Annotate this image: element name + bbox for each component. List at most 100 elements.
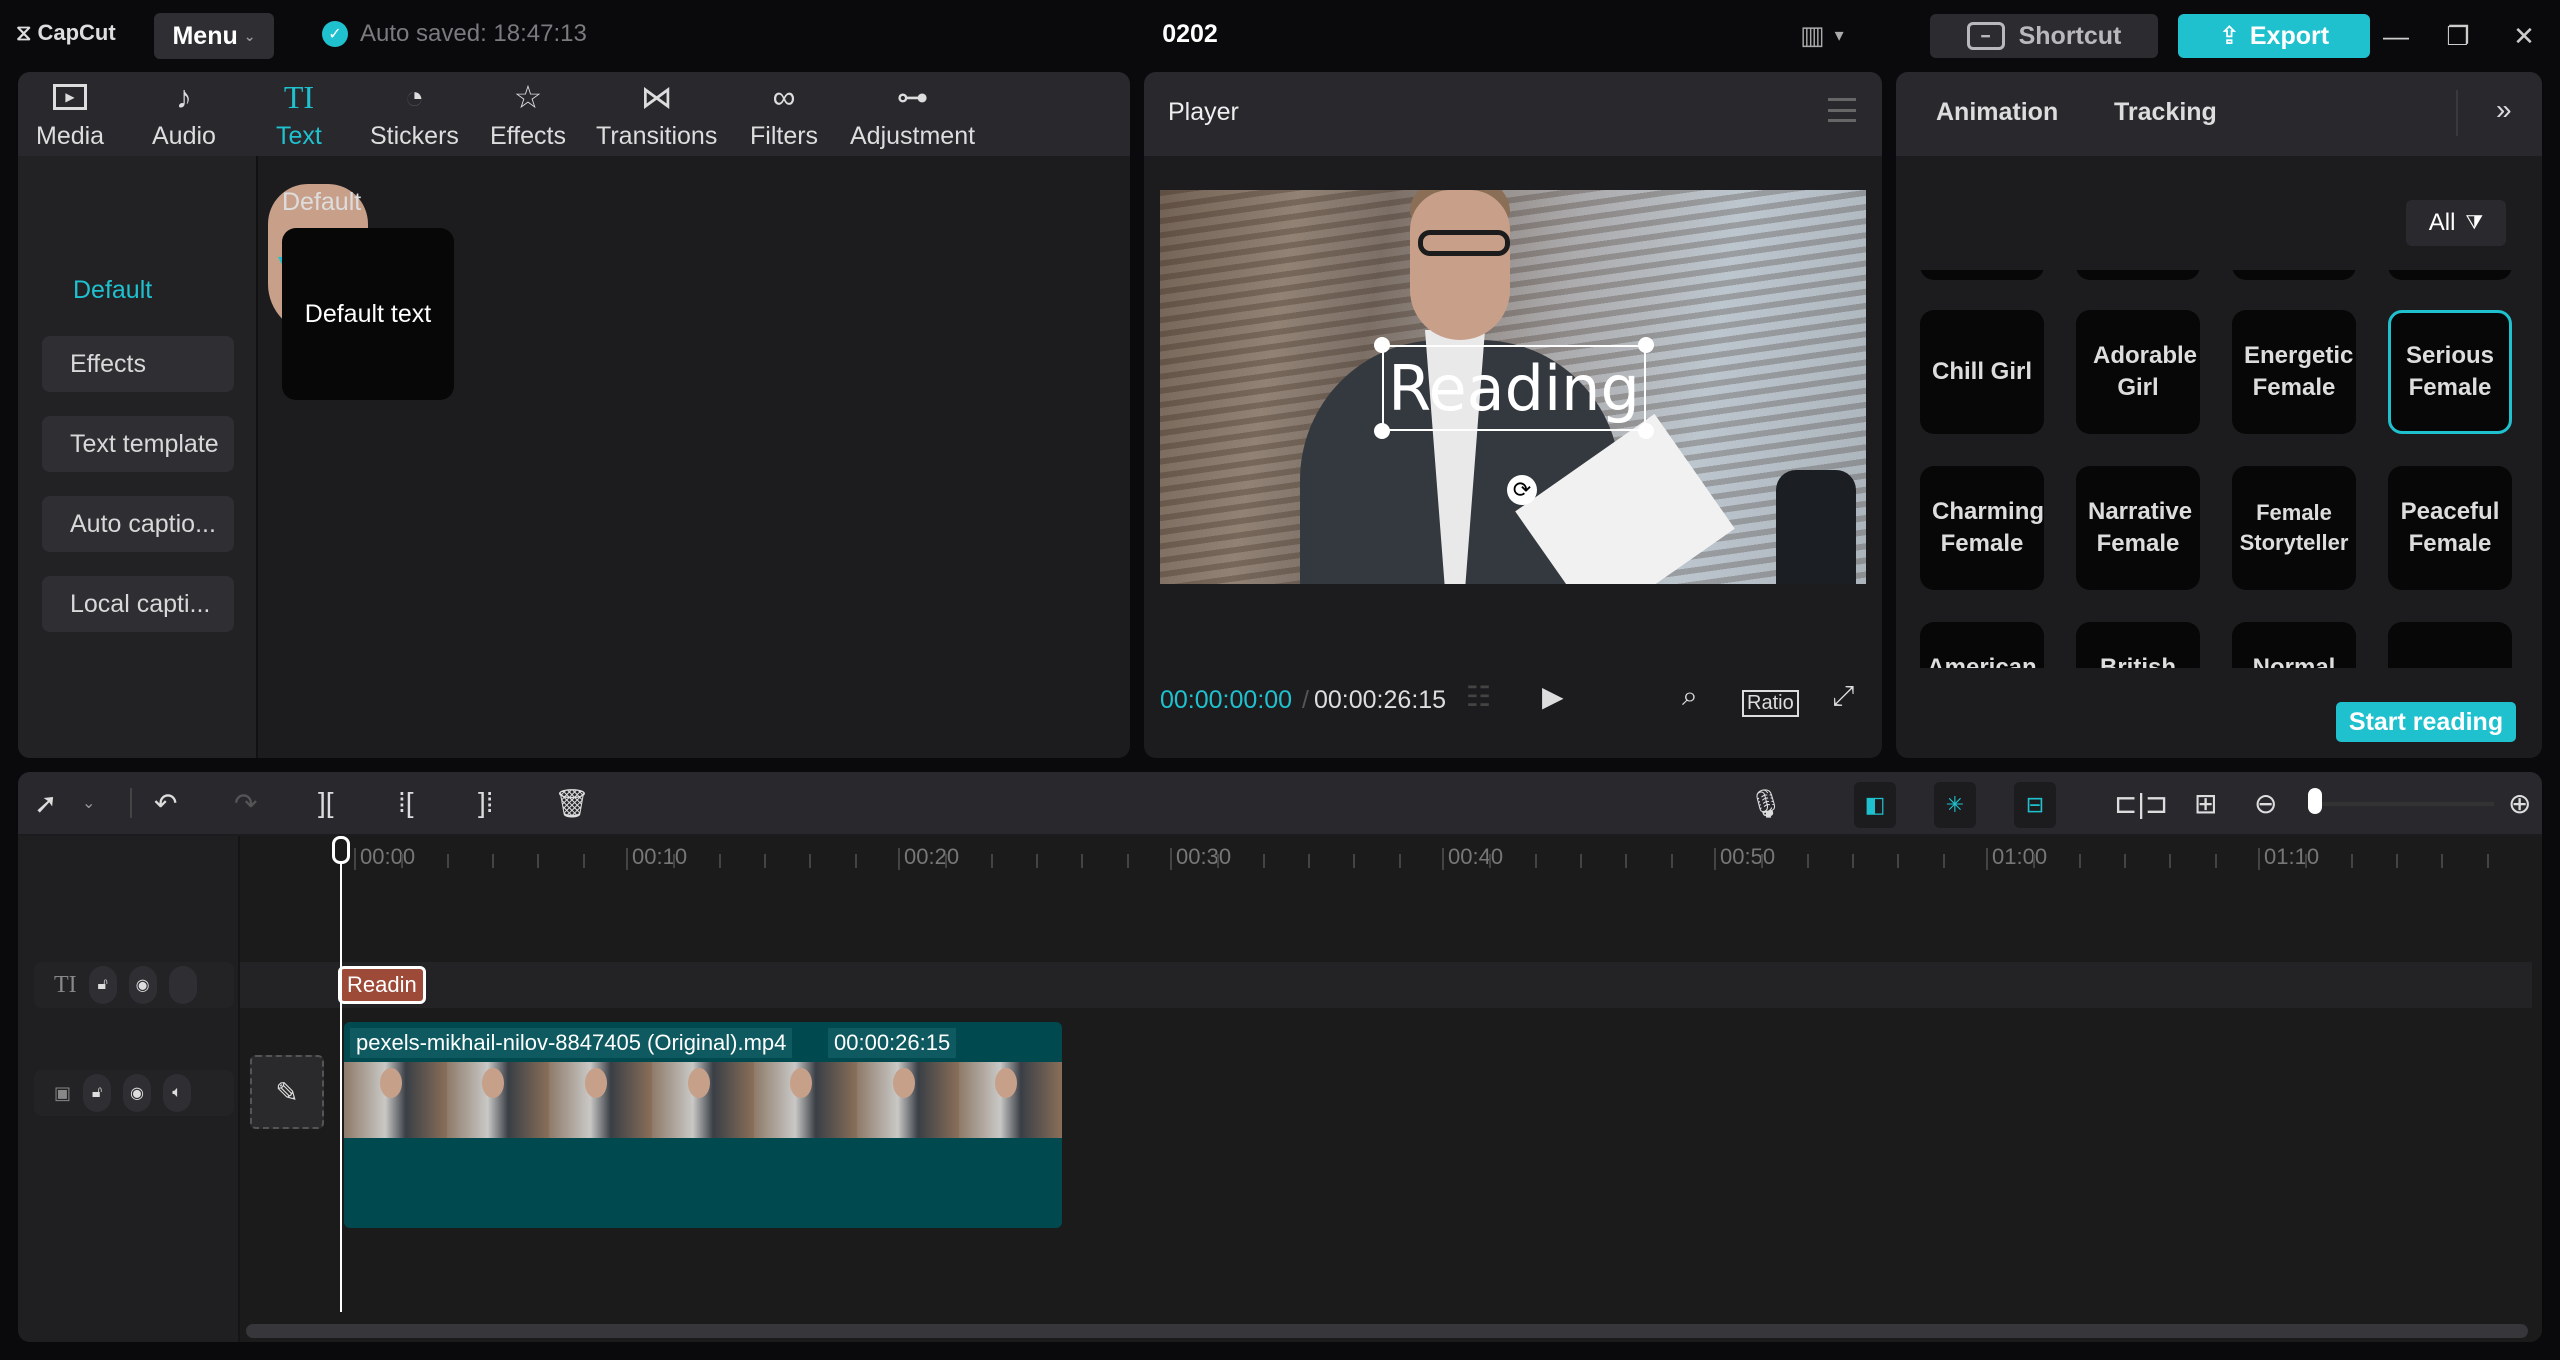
voice-card[interactable]: Trickster [2388,622,2512,668]
voice-card[interactable]: Adorable Girl [2076,310,2200,434]
shortcut-button[interactable]: ━ Shortcut [1930,14,2158,58]
properties-header: Animation Tracking » [1896,72,2542,156]
tab-effects[interactable]: ☆ Effects [490,78,566,151]
rotate-icon[interactable]: ⟳ [1507,475,1537,505]
cover-button[interactable]: ✎ [250,1055,324,1129]
start-reading-button[interactable]: Start reading [2336,702,2516,742]
tab-media[interactable]: ▶ Media [36,78,104,151]
nav-auto-captions[interactable]: Auto captio... [42,496,234,552]
split-button[interactable]: ][ [318,784,334,822]
split-left-icon: ⁞[ [398,787,414,818]
zoom-out-button[interactable]: ⊖ [2254,784,2277,822]
voice-card[interactable]: British [2076,622,2200,668]
record-button[interactable]: 🎙︎ [1748,784,1784,822]
voice-card[interactable] [2232,270,2356,280]
tab-audio[interactable]: ♪ Audio [152,78,216,151]
tab-stickers[interactable]: ◔ Stickers [370,78,459,151]
fullscreen-icon: ⤢ [1832,680,1855,711]
eye-icon[interactable]: ◉ [128,966,157,1004]
auto-snap-button[interactable]: ✳ [1934,782,1976,828]
ratio-button[interactable]: Ratio [1742,690,1799,717]
tab-text[interactable]: TI Text [276,78,322,151]
voice-card[interactable]: Female Storyteller [2232,466,2356,590]
zoom-slider-handle[interactable] [2308,788,2322,814]
zoom-to-fit-button[interactable]: ⊞ [2194,784,2217,822]
voice-card[interactable]: Energetic Female [2232,310,2356,434]
playhead[interactable] [340,836,342,1312]
menu-button[interactable]: Menu ⌄ [154,13,274,59]
voice-card[interactable]: Chill Girl [1920,310,2044,434]
nav-effects[interactable]: Effects [42,336,234,392]
voice-card[interactable]: Peaceful Female [2388,466,2512,590]
minimize-button[interactable]: — [2376,18,2416,54]
overlay-text[interactable]: Reading [1384,347,1644,429]
fullscreen-button[interactable]: ⤢ [1832,680,1854,713]
resize-handle[interactable] [1374,337,1390,353]
text-selection-box[interactable]: Reading [1382,345,1646,431]
resize-handle[interactable] [1374,423,1390,439]
select-tool-button[interactable]: ➚ [34,784,57,822]
layout-button[interactable]: ▥ ▾ [1800,20,1844,51]
video-clip[interactable]: pexels-mikhail-nilov-8847405 (Original).… [344,1022,1063,1228]
resize-handle[interactable] [1638,423,1654,439]
tab-filters[interactable]: ∞ Filters [750,78,818,151]
link-button[interactable]: ⊟ [2014,782,2056,828]
tab-adjustment[interactable]: ⊶ Adjustment [850,78,975,151]
restore-button[interactable]: ❐ [2438,18,2478,54]
divider [2456,90,2458,136]
play-button[interactable]: ▶ [1542,680,1564,713]
voice-card-selected[interactable]: Serious Female [2388,310,2512,434]
voice-card[interactable]: Charming Female [1920,466,2044,590]
filter-button[interactable]: All ⧩ [2406,200,2506,246]
zoom-slider-track[interactable] [2314,802,2494,806]
expand-icon[interactable]: » [2496,94,2512,126]
default-text-card[interactable]: Default text [282,228,454,400]
player-panel: Player Reading ⟳ 00:00:00:00 / 00:00:26:… [1144,72,1882,758]
lock-icon[interactable]: 🔓︎ [83,1074,112,1112]
voice-card[interactable] [2388,270,2512,280]
nav-local-captions[interactable]: Local capti... [42,576,234,632]
text-clip[interactable]: Readin [338,966,426,1004]
resize-handle[interactable] [1638,337,1654,353]
ruler-major-tick [1170,848,1172,870]
voice-card[interactable]: Normal [2232,622,2356,668]
close-icon: ✕ [2513,20,2535,51]
redo-button[interactable]: ↷ [234,784,257,822]
preview-axis-button[interactable]: ⊏|⊐ [2114,784,2168,822]
export-button[interactable]: ⇪ Export [2178,14,2370,58]
lock-icon[interactable]: 🔓︎ [88,966,117,1004]
undo-button[interactable]: ↶ [154,784,177,822]
horizontal-scrollbar[interactable] [246,1324,2528,1338]
ruler-minor-tick [1761,854,1764,868]
menu-icon[interactable] [1828,98,1856,122]
nav-text-template[interactable]: Text template [42,416,234,472]
nav-default[interactable]: Default [73,276,152,305]
tab-animation[interactable]: Animation [1936,98,2058,127]
text-track-icon: TI [54,971,77,998]
voice-card[interactable]: Narrative Female [2076,466,2200,590]
voice-card[interactable]: American [1920,622,2044,668]
voice-card[interactable] [2076,270,2200,280]
ruler-minor-tick [1806,854,1809,868]
audio-icon[interactable]: 🔈︎ [163,1074,192,1112]
tab-tracking[interactable]: Tracking [2114,98,2217,127]
video-preview[interactable]: Reading ⟳ [1160,190,1866,584]
project-title[interactable]: 0202 [1140,20,1240,49]
zoom-in-button[interactable]: ⊕ [2508,784,2531,822]
autosave-text: Auto saved: 18:47:13 [360,20,587,47]
chevron-down-icon[interactable]: ⌄ [82,784,95,822]
voice-card[interactable] [1920,270,2044,280]
split-right-button[interactable]: ]⁞ [478,784,494,822]
zoom-fit-button[interactable]: ⌕ [1682,680,1698,713]
ruler-minor-tick [2396,854,2398,868]
waveform-icon[interactable]: ☷ [1466,680,1491,713]
split-left-button[interactable]: ⁞[ [398,784,414,822]
close-button[interactable]: ✕ [2504,18,2544,54]
playhead-handle[interactable] [332,836,350,864]
main-track-magnet-button[interactable]: ◧ [1854,782,1896,828]
title-bar: ⧖ CapCut Menu ⌄ ✓ Auto saved: 18:47:13 0… [0,0,2560,70]
delete-button[interactable]: 🗑︎ [554,784,590,822]
eye-icon[interactable]: ◉ [123,1074,152,1112]
tab-transitions[interactable]: ⋈ Transitions [596,78,717,151]
menu-label: Menu [172,21,238,50]
